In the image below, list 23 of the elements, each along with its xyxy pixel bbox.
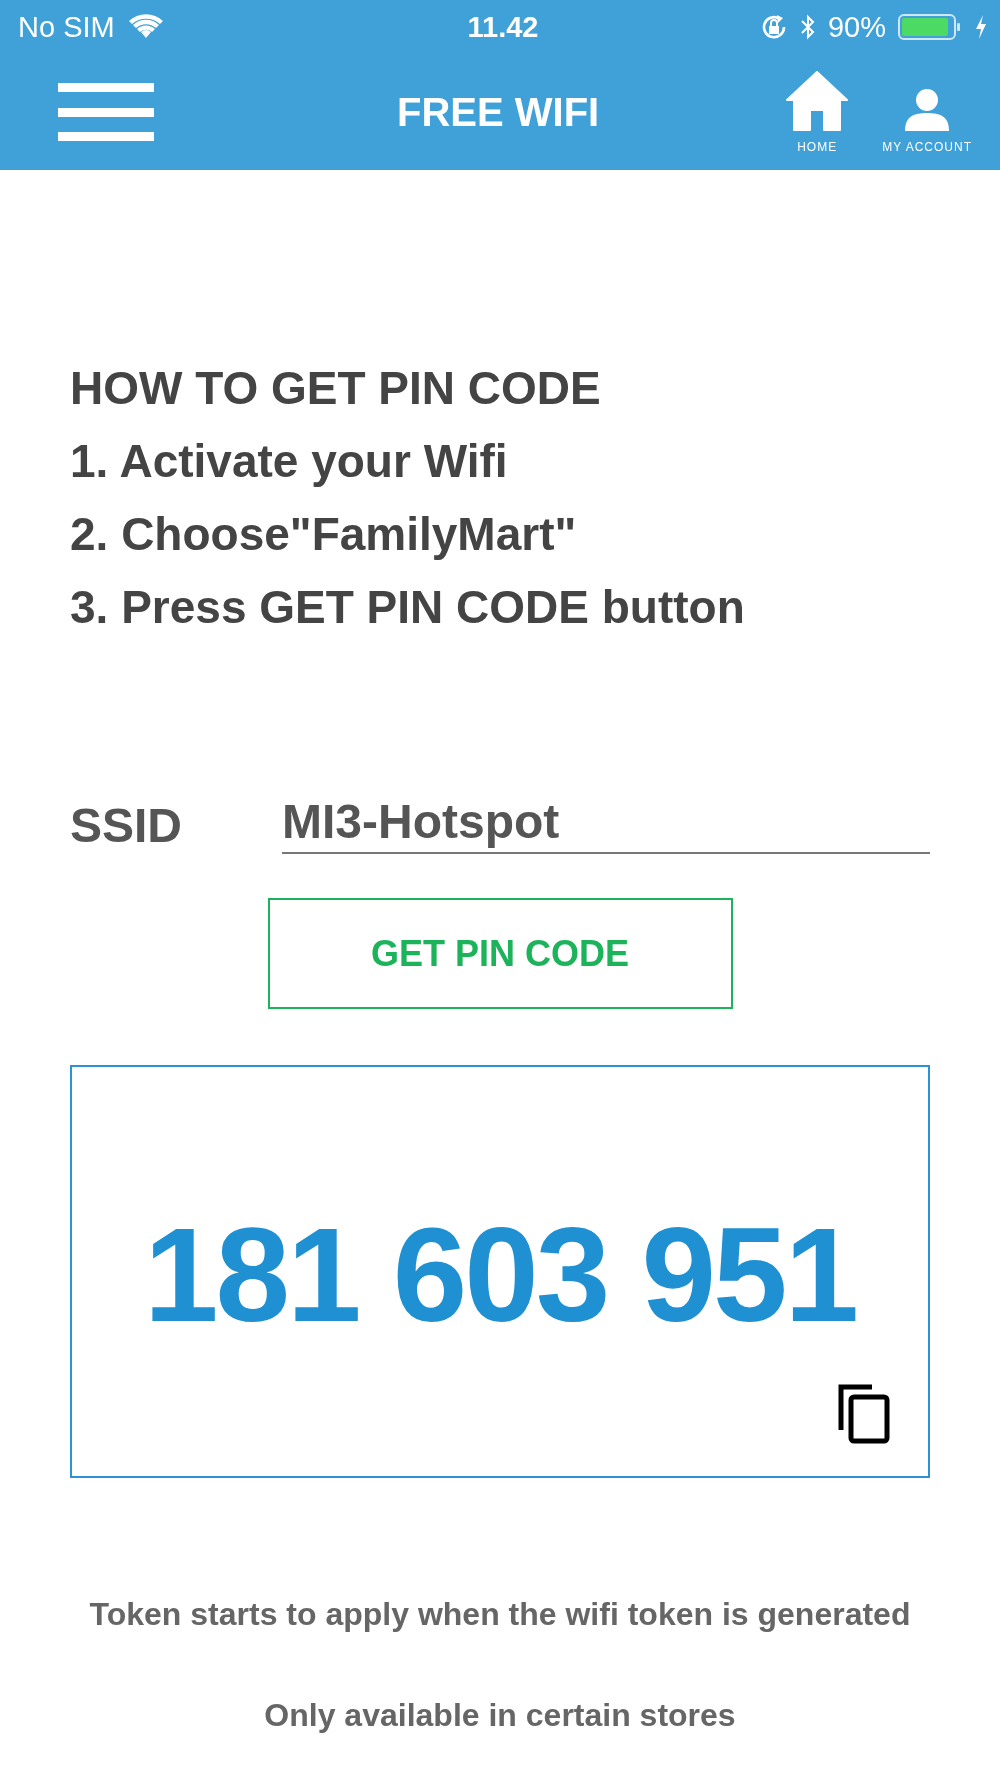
note-text: Only available in certain stores: [263, 1697, 737, 1734]
note-text: Token starts to apply when the wifi token is generated: [88, 1596, 912, 1633]
wifi-icon: [128, 14, 163, 40]
battery-icon: [898, 13, 962, 41]
copy-icon[interactable]: [838, 1384, 890, 1444]
nav-button[interactable]: HOME: [782, 70, 853, 154]
ssid-label: SSID: [70, 798, 184, 854]
carrier-text: No SIM: [18, 10, 115, 44]
instruction-step: 3. Press GET PIN CODE button: [70, 571, 930, 644]
pin-code-text: 181 603 951: [143, 1205, 857, 1345]
clock-text: 11.42: [467, 10, 539, 43]
instructions-heading: HOW TO GET PIN CODE: [70, 361, 602, 416]
home-icon: [785, 70, 850, 132]
page-title: FREE WIFI: [396, 89, 601, 135]
nav-button[interactable]: MY ACCOUNT: [882, 88, 972, 154]
person-icon: [904, 88, 951, 132]
menu-icon[interactable]: [58, 83, 154, 141]
bluetooth-icon: [799, 13, 816, 41]
get-pin-code-button[interactable]: GET PIN CODE: [267, 898, 733, 1009]
instruction-step: 1. Activate your Wifi: [70, 425, 930, 498]
battery-percent-text: 90%: [827, 10, 886, 44]
instruction-step: 2. Choose"FamilyMart": [70, 498, 930, 571]
ssid-field[interactable]: MI3-Hotspot: [282, 794, 930, 854]
